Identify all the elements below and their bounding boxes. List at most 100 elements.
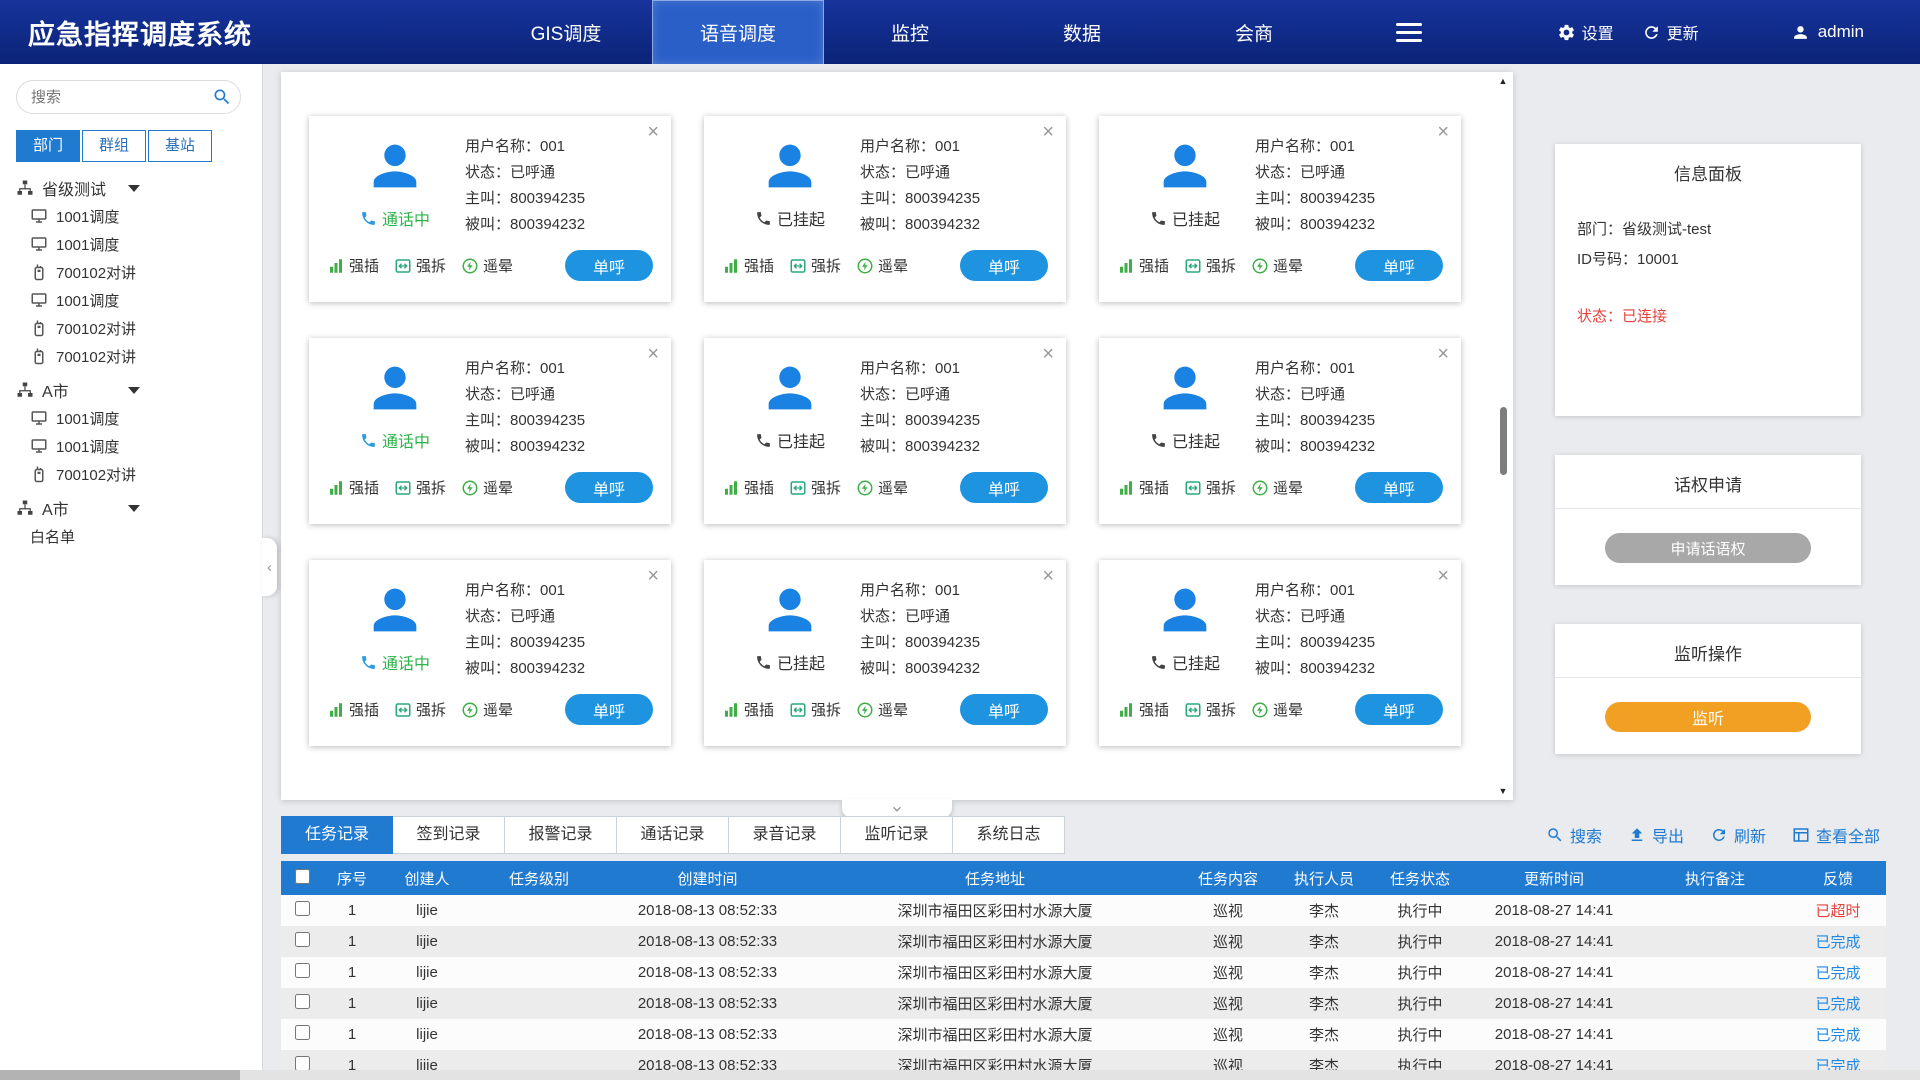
search-icon[interactable] xyxy=(212,87,232,107)
break-in-action[interactable]: 强插 xyxy=(327,699,379,720)
tree-item[interactable]: 白名单 xyxy=(0,522,262,550)
remote-stun-action[interactable]: 遥晕 xyxy=(1251,699,1303,720)
select-all-checkbox[interactable] xyxy=(295,869,310,884)
remote-stun-action[interactable]: 遥晕 xyxy=(856,255,908,276)
record-tab[interactable]: 任务记录 xyxy=(281,816,393,854)
single-call-button[interactable]: 单呼 xyxy=(960,250,1048,281)
remote-stun-action[interactable]: 遥晕 xyxy=(1251,477,1303,498)
close-icon[interactable]: × xyxy=(1437,566,1449,586)
export-button[interactable]: 导出 xyxy=(1628,823,1684,847)
remote-stun-action[interactable]: 遥晕 xyxy=(461,255,513,276)
single-call-button[interactable]: 单呼 xyxy=(565,250,653,281)
tree-item[interactable]: 700102对讲 xyxy=(0,460,262,488)
scroll-up-icon[interactable]: ▲ xyxy=(1495,74,1511,88)
row-checkbox[interactable] xyxy=(295,1056,310,1071)
tree-item[interactable]: 1001调度 xyxy=(0,202,262,230)
nav-item[interactable]: 语音调度 xyxy=(652,0,824,64)
record-tab[interactable]: 录音记录 xyxy=(729,816,841,854)
row-checkbox[interactable] xyxy=(295,994,310,1009)
horizontal-scrollbar-thumb[interactable] xyxy=(0,1070,240,1080)
nav-item[interactable]: 数据 xyxy=(996,0,1168,64)
close-icon[interactable]: × xyxy=(1437,122,1449,142)
table-row[interactable]: 1 lijie 2018-08-13 08:52:33 深圳市福田区彩田村水源大… xyxy=(281,926,1886,957)
scrollbar-thumb[interactable] xyxy=(1500,407,1507,475)
nav-item[interactable]: 会商 xyxy=(1168,0,1340,64)
force-release-action[interactable]: 强拆 xyxy=(1184,699,1236,720)
cell-feedback[interactable]: 已超时 xyxy=(1790,895,1886,926)
user-menu[interactable]: admin xyxy=(1791,22,1864,42)
tree-item[interactable]: 700102对讲 xyxy=(0,314,262,342)
remote-stun-action[interactable]: 遥晕 xyxy=(461,699,513,720)
break-in-action[interactable]: 强插 xyxy=(1117,477,1169,498)
cell-feedback[interactable]: 已完成 xyxy=(1790,957,1886,988)
request-floor-button[interactable]: 申请话语权 xyxy=(1605,533,1811,563)
view-all-button[interactable]: 查看全部 xyxy=(1792,823,1880,847)
force-release-action[interactable]: 强拆 xyxy=(789,255,841,276)
force-release-action[interactable]: 强拆 xyxy=(394,699,446,720)
caret-down-icon[interactable] xyxy=(128,185,140,192)
remote-stun-action[interactable]: 遥晕 xyxy=(1251,255,1303,276)
single-call-button[interactable]: 单呼 xyxy=(960,472,1048,503)
close-icon[interactable]: × xyxy=(1042,122,1054,142)
break-in-action[interactable]: 强插 xyxy=(1117,699,1169,720)
break-in-action[interactable]: 强插 xyxy=(722,699,774,720)
table-row[interactable]: 1 lijie 2018-08-13 08:52:33 深圳市福田区彩田村水源大… xyxy=(281,957,1886,988)
menu-icon[interactable] xyxy=(1396,23,1422,42)
force-release-action[interactable]: 强拆 xyxy=(394,477,446,498)
cell-feedback[interactable]: 已完成 xyxy=(1790,988,1886,1019)
monitor-button[interactable]: 监听 xyxy=(1605,702,1811,732)
force-release-action[interactable]: 强拆 xyxy=(1184,477,1236,498)
close-icon[interactable]: × xyxy=(647,344,659,364)
row-checkbox[interactable] xyxy=(295,963,310,978)
single-call-button[interactable]: 单呼 xyxy=(565,694,653,725)
row-checkbox[interactable] xyxy=(295,932,310,947)
cell-feedback[interactable]: 已完成 xyxy=(1790,926,1886,957)
single-call-button[interactable]: 单呼 xyxy=(1355,472,1443,503)
single-call-button[interactable]: 单呼 xyxy=(1355,250,1443,281)
tree-item[interactable]: A市 xyxy=(0,494,262,522)
nav-item[interactable]: 监控 xyxy=(824,0,996,64)
close-icon[interactable]: × xyxy=(1437,344,1449,364)
close-icon[interactable]: × xyxy=(1042,344,1054,364)
update-button[interactable]: 更新 xyxy=(1642,20,1699,44)
tree-item[interactable]: 1001调度 xyxy=(0,286,262,314)
record-tab[interactable]: 系统日志 xyxy=(953,816,1065,854)
single-call-button[interactable]: 单呼 xyxy=(1355,694,1443,725)
force-release-action[interactable]: 强拆 xyxy=(789,477,841,498)
cards-scrollbar[interactable]: ▲ ▼ xyxy=(1495,74,1511,798)
row-checkbox[interactable] xyxy=(295,901,310,916)
record-tab[interactable]: 签到记录 xyxy=(393,816,505,854)
cell-feedback[interactable]: 已完成 xyxy=(1790,1019,1886,1050)
force-release-action[interactable]: 强拆 xyxy=(1184,255,1236,276)
break-in-action[interactable]: 强插 xyxy=(1117,255,1169,276)
tree-item[interactable]: A市 xyxy=(0,376,262,404)
sidebar-tab[interactable]: 基站 xyxy=(148,130,212,162)
close-icon[interactable]: × xyxy=(647,122,659,142)
scroll-down-icon[interactable]: ▼ xyxy=(1495,784,1511,798)
remote-stun-action[interactable]: 遥晕 xyxy=(856,699,908,720)
tree-item[interactable]: 700102对讲 xyxy=(0,342,262,370)
nav-item[interactable]: GIS调度 xyxy=(480,0,652,64)
force-release-action[interactable]: 强拆 xyxy=(394,255,446,276)
single-call-button[interactable]: 单呼 xyxy=(565,472,653,503)
tree-item[interactable]: 1001调度 xyxy=(0,404,262,432)
caret-down-icon[interactable] xyxy=(128,505,140,512)
caret-down-icon[interactable] xyxy=(128,387,140,394)
tree-item[interactable]: 700102对讲 xyxy=(0,258,262,286)
break-in-action[interactable]: 强插 xyxy=(722,477,774,498)
break-in-action[interactable]: 强插 xyxy=(722,255,774,276)
table-row[interactable]: 1 lijie 2018-08-13 08:52:33 深圳市福田区彩田村水源大… xyxy=(281,988,1886,1019)
horizontal-scrollbar[interactable] xyxy=(0,1070,1920,1080)
tree-item[interactable]: 省级测试 xyxy=(0,174,262,202)
record-tab[interactable]: 通话记录 xyxy=(617,816,729,854)
remote-stun-action[interactable]: 遥晕 xyxy=(461,477,513,498)
sidebar-collapse-handle[interactable]: ‹ xyxy=(262,538,277,596)
force-release-action[interactable]: 强拆 xyxy=(789,699,841,720)
record-tab[interactable]: 报警记录 xyxy=(505,816,617,854)
settings-button[interactable]: 设置 xyxy=(1557,20,1614,44)
break-in-action[interactable]: 强插 xyxy=(327,477,379,498)
search-input[interactable] xyxy=(16,80,241,114)
refresh-button[interactable]: 刷新 xyxy=(1710,823,1766,847)
remote-stun-action[interactable]: 遥晕 xyxy=(856,477,908,498)
table-row[interactable]: 1 lijie 2018-08-13 08:52:33 深圳市福田区彩田村水源大… xyxy=(281,895,1886,926)
